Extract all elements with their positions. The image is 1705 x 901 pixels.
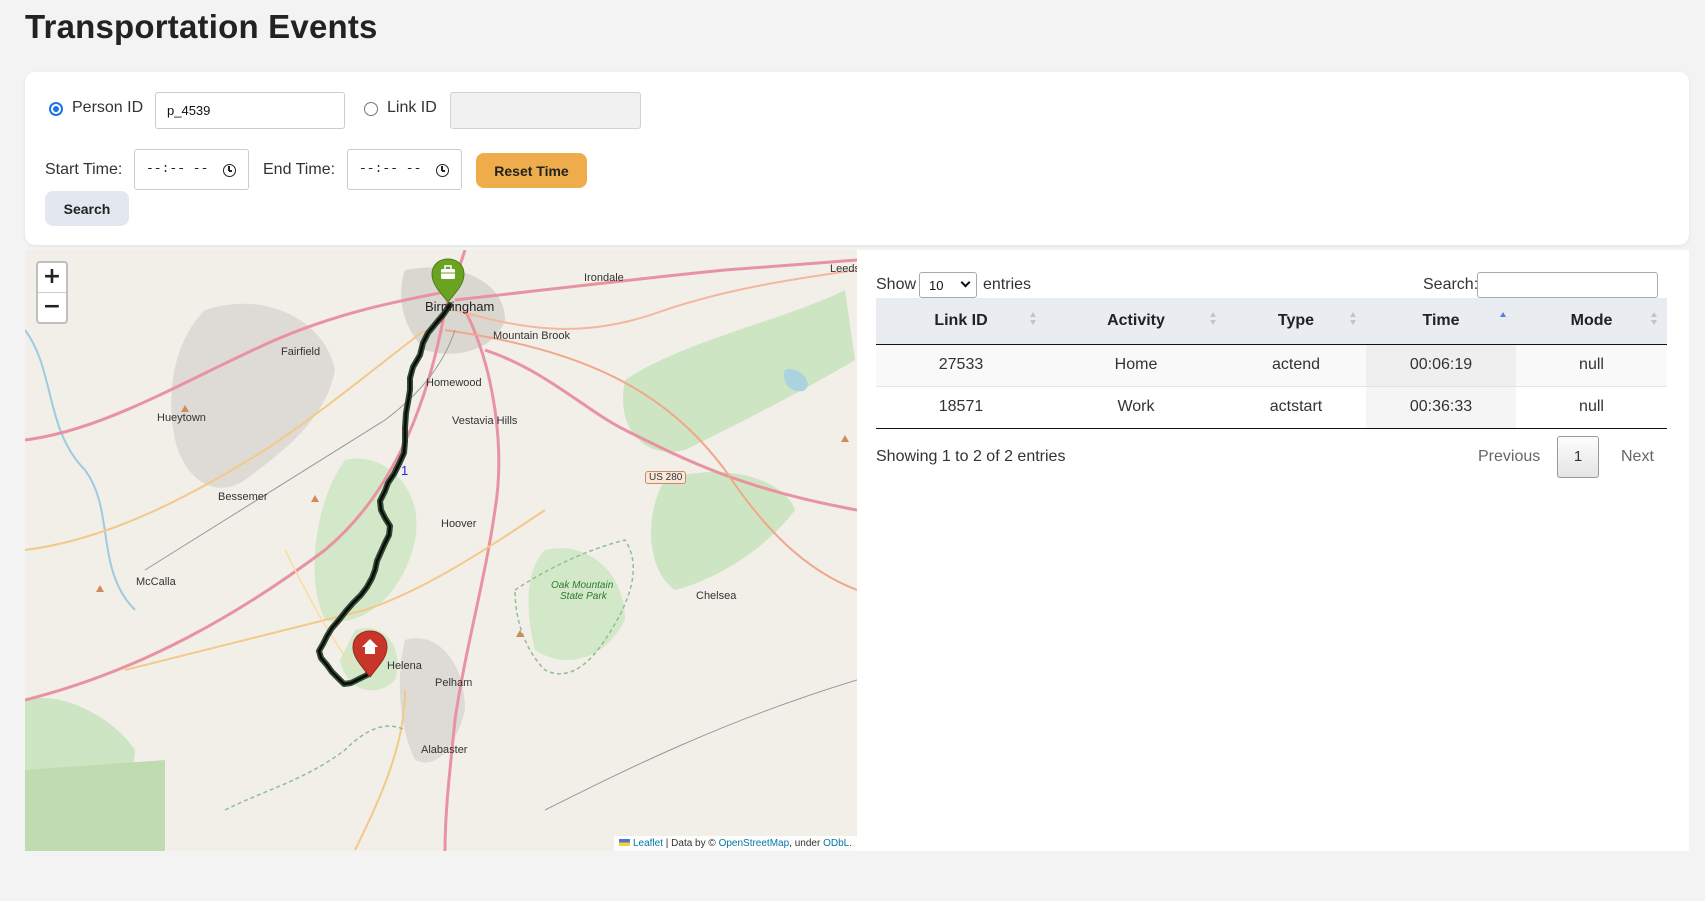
search-form: Person ID Link ID Start Time: --:-- -- E… <box>25 72 1689 245</box>
cell-time: 00:36:33 <box>1366 386 1516 428</box>
column-header-mode[interactable]: Mode <box>1516 298 1667 344</box>
place-label: Fairfield <box>281 346 321 358</box>
map-attribution: Leaflet | Data by © OpenStreetMap, under… <box>613 836 857 851</box>
place-label: Helena <box>387 660 422 672</box>
end-time-input[interactable]: --:-- -- <box>347 149 462 190</box>
osm-link[interactable]: OpenStreetMap <box>719 838 790 849</box>
column-header-activity[interactable]: Activity <box>1046 298 1226 344</box>
sort-icon <box>1350 312 1357 326</box>
sort-icon <box>1030 312 1037 326</box>
attribution-text: , under <box>789 838 821 849</box>
column-header-time[interactable]: Time <box>1366 298 1516 344</box>
cell-activity: Work <box>1117 398 1155 415</box>
table-info: Showing 1 to 2 of 2 entries <box>876 448 1066 465</box>
link-id-label: Link ID <box>387 99 437 116</box>
sort-icon <box>1651 312 1658 326</box>
page-length-value: 10 <box>929 278 944 293</box>
park-label: Oak Mountain <box>551 580 614 591</box>
start-time-label: Start Time: <box>45 161 123 178</box>
place-label: Birmingham <box>425 299 495 314</box>
column-header-label: Type <box>1277 311 1315 329</box>
cell-time: 00:06:19 <box>1366 344 1516 386</box>
reset-time-button[interactable]: Reset Time <box>476 153 587 188</box>
table-header-row: Link ID Activity Type Time Mode <box>876 298 1667 344</box>
park-label: State Park <box>560 591 607 602</box>
cell-type: actend <box>1271 356 1321 373</box>
place-label: Vestavia Hills <box>452 415 518 427</box>
page-length-select[interactable]: 10 <box>919 272 977 298</box>
highway-shield: US 280 <box>645 471 687 484</box>
events-table: Link ID Activity Type Time Mode 27533 Ho… <box>876 298 1667 429</box>
sort-icon <box>1210 312 1217 326</box>
zoom-in-button[interactable]: + <box>38 263 66 292</box>
attribution-text: | Data by © <box>665 838 716 849</box>
place-label: Homewood <box>426 377 482 389</box>
events-table-panel: Show 10 entries Search: Link ID Activity… <box>857 250 1689 851</box>
table-search-input[interactable] <box>1477 272 1658 298</box>
show-label: Show <box>876 276 917 293</box>
cell-link-id: 27533 <box>938 356 984 373</box>
map[interactable]: + − Birmingham Irondale Leeds Fairfield … <box>25 250 857 851</box>
place-label: Chelsea <box>696 590 737 602</box>
page-button-1[interactable]: 1 <box>1557 436 1599 478</box>
page-title: Transportation Events <box>25 8 378 45</box>
place-label: McCalla <box>136 576 176 588</box>
end-time-label: End Time: <box>263 161 336 178</box>
column-header-type[interactable]: Type <box>1226 298 1366 344</box>
table-row[interactable]: 27533 Home actend 00:06:19 null <box>876 344 1667 386</box>
next-page-button[interactable]: Next <box>1621 448 1654 466</box>
cell-mode: null <box>1579 356 1604 373</box>
clock-icon[interactable] <box>223 164 236 177</box>
search-button[interactable]: Search <box>45 191 129 226</box>
column-header-label: Time <box>1422 311 1460 329</box>
attribution-text: . <box>849 838 852 849</box>
entries-label: entries <box>983 276 1032 293</box>
cell-type: actstart <box>1269 398 1323 415</box>
cell-link-id: 18571 <box>938 398 984 415</box>
place-label: Mountain Brook <box>493 330 571 342</box>
person-id-input[interactable] <box>155 92 345 129</box>
place-label: Hoover <box>441 518 477 530</box>
place-label: Alabaster <box>421 744 468 756</box>
column-header-label: Link ID <box>934 311 988 329</box>
ukraine-flag-icon <box>618 839 630 846</box>
end-time-value: --:-- -- <box>359 161 422 176</box>
person-id-label: Person ID <box>72 99 144 116</box>
map-tiles <box>25 250 857 851</box>
sort-ascending-icon <box>1500 312 1507 326</box>
start-time-input[interactable]: --:-- -- <box>134 149 249 190</box>
chevron-down-icon <box>960 277 971 288</box>
column-header-link-id[interactable]: Link ID <box>876 298 1046 344</box>
column-header-label: Mode <box>1570 311 1613 329</box>
place-label: Bessemer <box>218 491 268 503</box>
leaflet-link[interactable]: Leaflet <box>633 838 663 849</box>
place-label: Irondale <box>584 272 624 284</box>
link-id-input[interactable] <box>450 92 641 129</box>
place-label: Pelham <box>435 677 473 689</box>
previous-page-button[interactable]: Previous <box>1478 448 1540 466</box>
odbl-link[interactable]: ODbL <box>823 838 849 849</box>
column-header-label: Activity <box>1107 311 1165 329</box>
route-label: 1 <box>401 463 409 478</box>
zoom-out-button[interactable]: − <box>38 292 66 321</box>
start-time-value: --:-- -- <box>146 161 209 176</box>
link-id-radio[interactable] <box>364 102 378 116</box>
place-label: Hueytown <box>157 412 206 424</box>
table-row[interactable]: 18571 Work actstart 00:36:33 null <box>876 386 1667 428</box>
place-label: Leeds <box>830 263 857 275</box>
search-label: Search: <box>1423 276 1479 293</box>
clock-icon[interactable] <box>436 164 449 177</box>
cell-activity: Home <box>1114 356 1158 373</box>
cell-mode: null <box>1579 398 1604 415</box>
zoom-control: + − <box>36 261 68 324</box>
person-id-radio[interactable] <box>49 102 63 116</box>
